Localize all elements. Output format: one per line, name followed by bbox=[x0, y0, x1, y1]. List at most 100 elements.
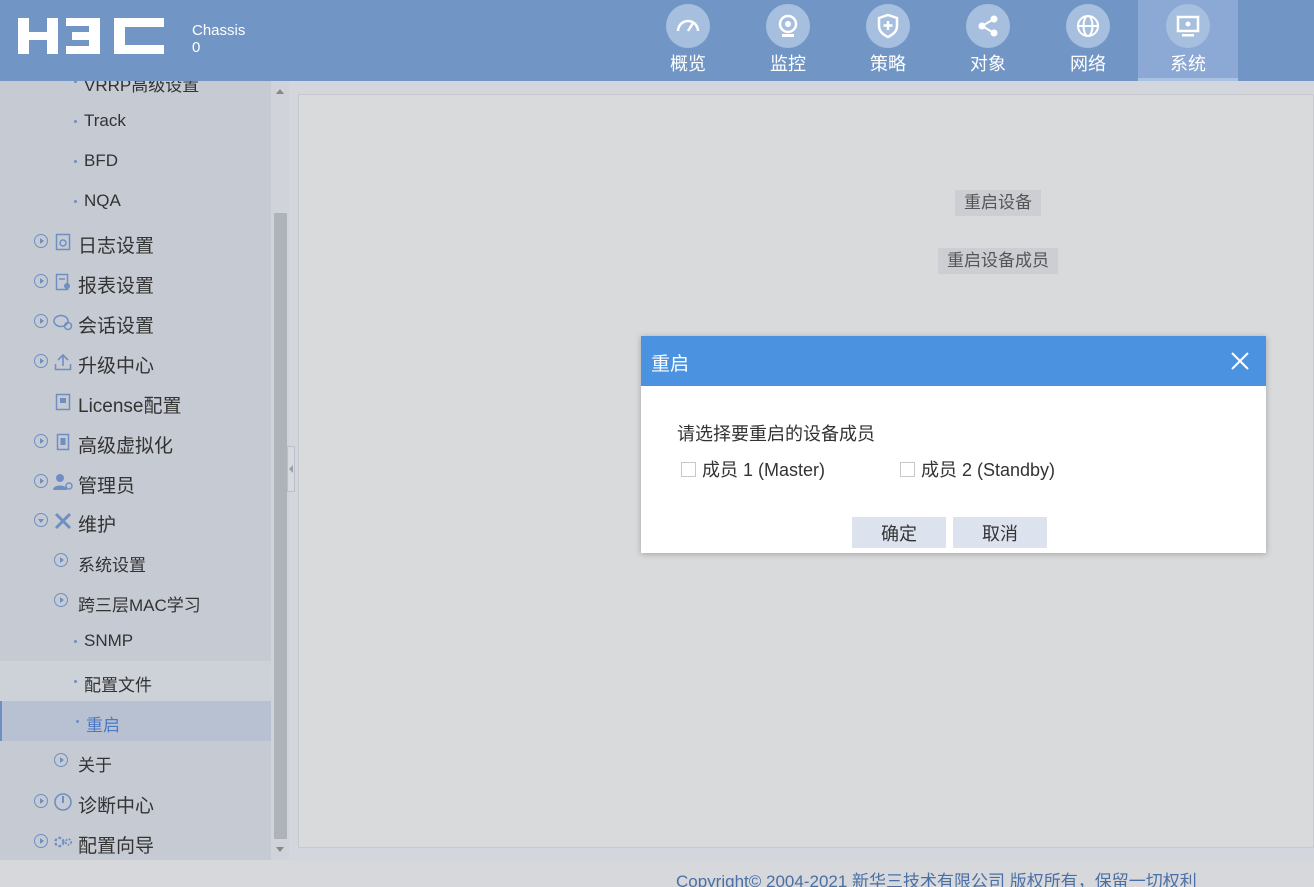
sidebar-item-label: Track bbox=[84, 111, 126, 130]
reboot-device-button[interactable]: 重启设备 bbox=[955, 190, 1041, 216]
admin-icon bbox=[53, 472, 73, 492]
sidebar-item-report-settings[interactable]: 报表设置 bbox=[0, 262, 271, 302]
collapse-arrow-icon bbox=[34, 513, 48, 527]
sidebar-item-label: 日志设置 bbox=[78, 236, 155, 257]
chassis-info: Chassis 0 bbox=[192, 22, 245, 56]
nav-object[interactable]: 对象 bbox=[938, 0, 1038, 81]
diagnosis-icon bbox=[53, 792, 73, 812]
sidebar-item-maintenance[interactable]: 维护 bbox=[0, 501, 271, 541]
sidebar-item-label: 诊断中心 bbox=[78, 796, 155, 817]
sidebar-item-label: VRRP高级设置 bbox=[84, 81, 200, 95]
member-1-checkbox[interactable] bbox=[681, 461, 696, 477]
member-2-label: 成员 2 (Standby) bbox=[921, 460, 1056, 480]
sidebar-item-label: 高级虚拟化 bbox=[78, 436, 174, 457]
nav-network-label: 网络 bbox=[1070, 54, 1106, 74]
sidebar-item-advanced-virtualization[interactable]: 高级虚拟化 bbox=[0, 422, 271, 462]
bullet-icon bbox=[76, 720, 79, 723]
nav-overview-label: 概览 bbox=[670, 54, 706, 74]
sidebar-item-label: 重启 bbox=[86, 716, 120, 735]
sidebar-item-nqa[interactable]: NQA bbox=[0, 181, 271, 221]
sidebar-item-track[interactable]: Track bbox=[0, 101, 271, 141]
sidebar-item-diagnosis-center[interactable]: 诊断中心 bbox=[0, 782, 271, 822]
sidebar-item-cross-layer-mac[interactable]: 跨三层MAC学习 bbox=[0, 581, 271, 621]
sidebar-item-config-wizard[interactable]: 配置向导 bbox=[0, 822, 271, 860]
share-icon bbox=[966, 4, 1010, 48]
member-2-checkbox[interactable] bbox=[900, 461, 915, 477]
bullet-icon bbox=[74, 160, 77, 163]
sidebar-item-label: 报表设置 bbox=[78, 276, 155, 297]
close-icon[interactable] bbox=[1229, 350, 1251, 372]
monitor-icon bbox=[1166, 4, 1210, 48]
copyright-text: Copyright© 2004-2021 新华三技术有限公司 版权所有，保留一切… bbox=[676, 872, 1197, 887]
nav-monitor[interactable]: 监控 bbox=[738, 0, 838, 81]
expand-arrow-icon bbox=[34, 314, 48, 328]
confirm-button[interactable]: 确定 bbox=[852, 517, 946, 548]
sidebar-item-reboot[interactable]: 重启 bbox=[0, 701, 271, 741]
nav-system[interactable]: 系统 bbox=[1138, 0, 1238, 81]
license-icon bbox=[53, 392, 73, 412]
expand-arrow-icon bbox=[34, 354, 48, 368]
sidebar-item-label: 维护 bbox=[78, 515, 117, 536]
nav-network[interactable]: 网络 bbox=[1038, 0, 1138, 81]
sidebar-item-bfd[interactable]: BFD bbox=[0, 141, 271, 181]
expand-arrow-icon bbox=[34, 274, 48, 288]
sidebar-item-session-settings[interactable]: 会话设置 bbox=[0, 302, 271, 342]
nav-policy-label: 策略 bbox=[870, 54, 906, 74]
scroll-thumb[interactable] bbox=[274, 213, 287, 839]
globe-icon bbox=[1066, 4, 1110, 48]
expand-arrow-icon bbox=[34, 434, 48, 448]
bullet-icon bbox=[74, 120, 77, 123]
scroll-down-arrow-icon[interactable] bbox=[276, 847, 284, 852]
sidebar-item-snmp[interactable]: SNMP bbox=[0, 621, 271, 661]
bullet-icon bbox=[74, 680, 77, 683]
expand-arrow-icon bbox=[34, 834, 48, 848]
sidebar-item-label: 关于 bbox=[78, 756, 112, 775]
nav-overview[interactable]: 概览 bbox=[638, 0, 738, 81]
wizard-icon bbox=[53, 832, 73, 852]
sidebar-item-label: License配置 bbox=[78, 396, 182, 417]
sidebar-item-label: 系统设置 bbox=[78, 556, 146, 575]
bullet-icon bbox=[74, 640, 77, 643]
shield-icon bbox=[866, 4, 910, 48]
sidebar-item-label: BFD bbox=[84, 151, 118, 170]
session-icon bbox=[53, 312, 73, 332]
dialog-title: 重启 bbox=[651, 354, 690, 375]
sidebar-item-label: 会话设置 bbox=[78, 316, 155, 337]
sidebar-menu: VRRP高级设置 Track BFD NQA 日志设置 报表设置 会话设置 升级… bbox=[0, 81, 271, 860]
main-nav: 概览 监控 策略 对象 网络 系统 bbox=[638, 0, 1238, 81]
bullet-icon bbox=[74, 81, 77, 83]
sidebar-item-about[interactable]: 关于 bbox=[0, 741, 271, 781]
member-2-option[interactable]: 成员 2 (Standby) bbox=[900, 456, 1055, 482]
sidebar-item-config-file[interactable]: 配置文件 bbox=[0, 661, 271, 701]
member-1-label: 成员 1 (Master) bbox=[702, 460, 826, 480]
sidebar-item-administrators[interactable]: 管理员 bbox=[0, 462, 271, 502]
camera-icon bbox=[766, 4, 810, 48]
sidebar-item-system-settings[interactable]: 系统设置 bbox=[0, 541, 271, 581]
sidebar-item-label: SNMP bbox=[84, 631, 134, 650]
bullet-icon bbox=[74, 200, 77, 203]
scroll-up-arrow-icon[interactable] bbox=[276, 89, 284, 94]
sidebar-item-label: 配置向导 bbox=[78, 836, 155, 857]
sidebar-item-upgrade-center[interactable]: 升级中心 bbox=[0, 342, 271, 382]
nav-policy[interactable]: 策略 bbox=[838, 0, 938, 81]
sidebar-item-label: 跨三层MAC学习 bbox=[78, 596, 201, 615]
member-1-option[interactable]: 成员 1 (Master) bbox=[681, 456, 825, 482]
cancel-button[interactable]: 取消 bbox=[953, 517, 1047, 548]
sidebar-item-vrrp-advanced[interactable]: VRRP高级设置 bbox=[0, 81, 271, 101]
dialog-header: 重启 bbox=[641, 336, 1266, 386]
sidebar-item-log-settings[interactable]: 日志设置 bbox=[0, 222, 271, 262]
upload-icon bbox=[53, 352, 73, 372]
dialog-prompt: 请选择要重启的设备成员 bbox=[677, 424, 875, 444]
chassis-label: Chassis bbox=[192, 22, 246, 39]
reboot-dialog: 重启 请选择要重启的设备成员 成员 1 (Master) 成员 2 (Stand… bbox=[641, 336, 1266, 553]
reboot-member-button[interactable]: 重启设备成员 bbox=[938, 248, 1058, 274]
sidebar-item-license[interactable]: License配置 bbox=[0, 382, 271, 422]
expand-arrow-icon bbox=[54, 593, 68, 607]
dashboard-icon bbox=[666, 4, 710, 48]
log-icon bbox=[53, 232, 73, 252]
top-header: Chassis 0 概览 监控 策略 对象 网络 系统 bbox=[0, 0, 1314, 81]
sidebar-collapse-handle[interactable] bbox=[287, 446, 295, 492]
chassis-value: 0 bbox=[192, 39, 201, 56]
sidebar-item-label: 升级中心 bbox=[78, 356, 155, 377]
expand-arrow-icon bbox=[54, 553, 68, 567]
